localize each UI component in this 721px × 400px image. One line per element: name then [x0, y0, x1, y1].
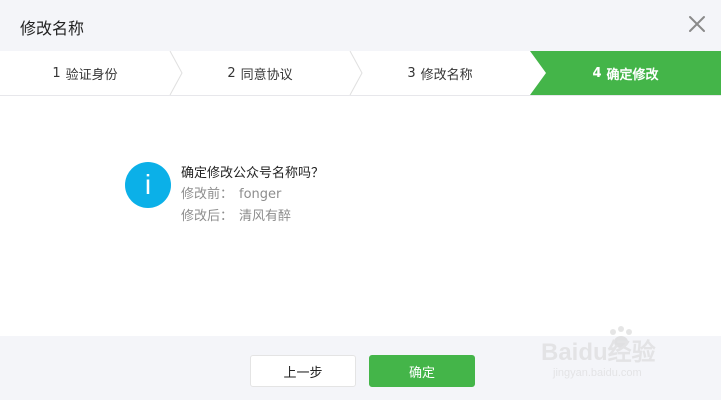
step-progress: 1 验证身份 2 同意协议 3 修改名称 4 确定修改 [0, 51, 721, 96]
step-label: 同意协议 [240, 67, 293, 83]
dialog-content: i 确定修改公众号名称吗？ 修改前： fonger 修改后： 清风有醉 [0, 96, 721, 336]
confirm-button[interactable]: 确定 [369, 355, 475, 387]
step-label: 验证身份 [65, 67, 118, 83]
confirm-message: 确定修改公众号名称吗？ 修改前： fonger 修改后： 清风有醉 [181, 164, 324, 228]
before-name-row: 修改前： fonger [181, 184, 324, 206]
info-icon: i [125, 162, 171, 208]
step-edit-name: 3 修改名称 [350, 51, 530, 95]
dialog-header: 修改名称 [0, 0, 721, 51]
step-confirm-change: 4 确定修改 [530, 51, 721, 95]
before-label: 修改前： [181, 187, 234, 202]
dialog-title: 修改名称 [20, 19, 85, 38]
step-verify-identity: 1 验证身份 [0, 51, 170, 95]
step-number: 1 [52, 65, 61, 81]
step-label: 确定修改 [606, 67, 659, 83]
step-number: 3 [407, 65, 416, 81]
dialog-footer: 上一步 确定 [0, 336, 721, 400]
step-number: 4 [592, 65, 602, 81]
after-name-row: 修改后： 清风有醉 [181, 206, 324, 228]
dialog: 修改名称 1 验证身份 2 同意协议 3 修改名称 4 确定修改 i 确定修改公… [0, 0, 721, 400]
close-icon[interactable] [687, 14, 707, 34]
step-label: 修改名称 [420, 67, 473, 83]
step-number: 2 [227, 65, 236, 81]
after-label: 修改后： [181, 209, 234, 224]
step-agree-terms: 2 同意协议 [170, 51, 350, 95]
after-value: 清风有醉 [239, 209, 292, 224]
confirm-question: 确定修改公众号名称吗？ [181, 166, 325, 181]
before-value: fonger [239, 187, 282, 202]
previous-step-button[interactable]: 上一步 [250, 355, 356, 387]
